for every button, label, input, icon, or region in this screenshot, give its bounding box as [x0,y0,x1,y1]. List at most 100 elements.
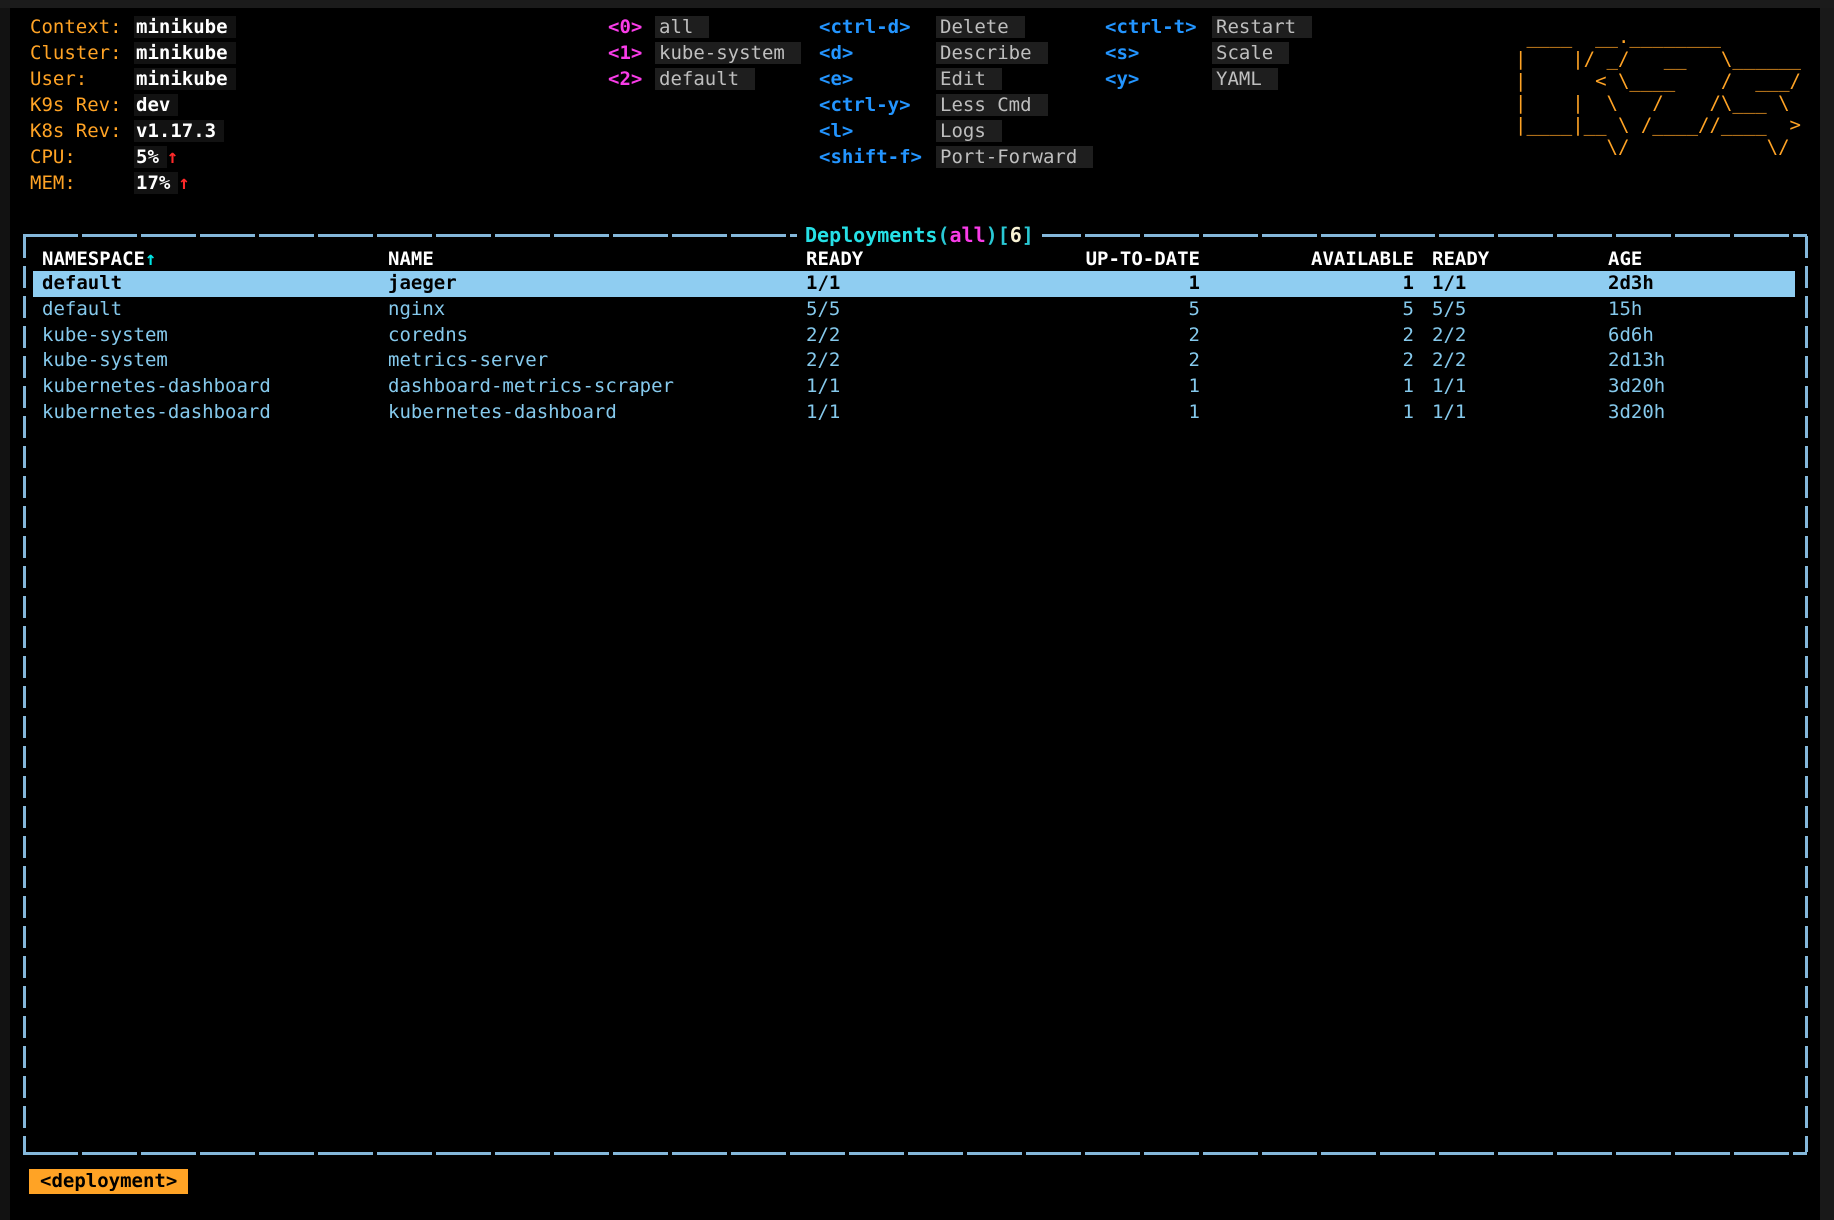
table-cell: 5 [1200,297,1414,323]
namespace-hotkey-item[interactable]: <2>default [608,66,801,92]
metric-up-arrow-icon: ↑ [178,172,189,194]
action-hotkey-item-key: <l> [819,118,936,144]
cluster-info-value: minikube [134,42,236,64]
action-hotkey-item[interactable]: <ctrl-d>Delete [819,14,1093,40]
paren-open: ( [937,223,949,247]
table-cell: 1/1 [1414,374,1550,400]
table-row-count: 6 [1010,223,1022,247]
table-row[interactable]: kube-systemcoredns2/2222/26d6h [33,323,1795,349]
table-cell: dashboard-metrics-scraper [388,374,804,400]
column-header-label: AGE [1608,248,1642,270]
cluster-info-value: v1.17.3 [134,120,224,142]
column-header-ready[interactable]: READY [804,246,924,272]
table-title-scope: all [950,223,986,247]
namespace-hotkey-item[interactable]: <1>kube-system [608,40,801,66]
table-cell: 2/2 [1414,348,1550,374]
namespace-hotkey-item[interactable]: <0>all [608,14,801,40]
table-cell: kube-system [33,323,388,349]
action-hotkey-item-key: <shift-f> [819,144,936,170]
table-row[interactable]: kubernetes-dashboardkubernetes-dashboard… [33,400,1795,426]
column-header-label: UP-TO-DATE [1086,248,1200,270]
table-cell: 2d13h [1550,348,1795,374]
table-cell: 1 [1200,271,1414,297]
cluster-info-row: K8s Rev:v1.17.3 [30,118,236,144]
bracket-open: [ [998,223,1010,247]
sort-ascending-icon: ↑ [145,248,156,270]
table-cell: 1/1 [1414,400,1550,426]
column-header-label: NAME [388,248,434,270]
action-hotkey-item-label: Port-Forward [936,146,1093,168]
column-header-label: NAMESPACE [42,248,145,270]
table-cell: default [33,297,388,323]
cluster-info-value: minikube [134,16,236,38]
cluster-info-row: User:minikube [30,66,236,92]
action-hotkey-item[interactable]: <ctrl-y>Less Cmd [819,92,1093,118]
cluster-info-row: Cluster:minikube [30,40,236,66]
deployments-table: defaultjaeger1/1111/12d3hdefaultnginx5/5… [33,271,1795,426]
table-cell: 1/1 [804,400,924,426]
table-cell: 2 [924,348,1200,374]
action-hotkey-item[interactable]: <y>YAML [1105,66,1312,92]
table-cell: 1/1 [1414,271,1550,297]
bracket-close: ] [1022,223,1034,247]
table-cell: 3d20h [1550,400,1795,426]
action-hotkey-item[interactable]: <ctrl-t>Restart [1105,14,1312,40]
table-cell: 2 [1200,323,1414,349]
table-cell: 1 [924,271,1200,297]
namespace-hotkey-item-label: kube-system [655,42,801,64]
action-hotkey-item-label: Scale [1212,42,1289,64]
column-header-name[interactable]: NAME [388,246,804,272]
action-hotkey-item-key: <s> [1105,40,1212,66]
table-cell: 15h [1550,297,1795,323]
namespace-hotkey-item-key: <2> [608,66,655,92]
cluster-info-label: MEM: [30,170,134,196]
table-border-left [23,236,26,1152]
action-hotkey-item-label: Describe [936,42,1048,64]
cluster-info-label: CPU: [30,144,134,170]
table-cell: 2/2 [1414,323,1550,349]
cluster-info-row: MEM:17%↑ [30,170,236,196]
column-header-up-to-date[interactable]: UP-TO-DATE [924,246,1200,272]
breadcrumb-resource-badge: <deployment> [29,1169,188,1194]
action-hotkey-item-label: Less Cmd [936,94,1048,116]
table-header-row: NAMESPACE↑NAMEREADYUP-TO-DATEAVAILABLERE… [33,246,1795,272]
table-cell: 1/1 [804,271,924,297]
action-hotkey-item-label: Delete [936,16,1025,38]
action-hotkey-item[interactable]: <e>Edit [819,66,1093,92]
action-hotkey-item-label: Logs [936,120,1002,142]
column-header-available[interactable]: AVAILABLE [1200,246,1414,272]
cluster-info-label: Cluster: [30,40,134,66]
table-cell: jaeger [388,271,804,297]
column-header-ready[interactable]: READY [1414,246,1550,272]
action-hotkey-item-key: <y> [1105,66,1212,92]
action-hotkey-item-key: <ctrl-t> [1105,14,1212,40]
action-hotkeys-menu-2: <ctrl-t>Restart<s>Scale<y>YAML [1105,14,1312,92]
cluster-info-row: CPU:5%↑ [30,144,236,170]
table-cell: 3d20h [1550,374,1795,400]
column-header-namespace[interactable]: NAMESPACE↑ [33,246,388,272]
table-cell: 5/5 [804,297,924,323]
table-row[interactable]: defaultnginx5/5555/515h [33,297,1795,323]
column-header-label: READY [1432,248,1489,270]
action-hotkey-item[interactable]: <l>Logs [819,118,1093,144]
metric-up-arrow-icon: ↑ [167,146,178,168]
cluster-info-label: K8s Rev: [30,118,134,144]
action-hotkey-item[interactable]: <shift-f>Port-Forward [819,144,1093,170]
column-header-age[interactable]: AGE [1550,246,1795,272]
table-cell: 1 [1200,400,1414,426]
table-row[interactable]: kube-systemmetrics-server2/2222/22d13h [33,348,1795,374]
cluster-info-label: User: [30,66,134,92]
table-row[interactable]: defaultjaeger1/1111/12d3h [33,271,1795,297]
table-cell: 2 [1200,348,1414,374]
table-cell: metrics-server [388,348,804,374]
table-title: Deployments(all)[6] [797,221,1042,249]
column-header-label: READY [806,248,863,270]
table-cell: kubernetes-dashboard [33,400,388,426]
namespace-hotkey-item-key: <1> [608,40,655,66]
action-hotkey-item[interactable]: <d>Describe [819,40,1093,66]
action-hotkey-item[interactable]: <s>Scale [1105,40,1312,66]
table-cell: 1 [924,374,1200,400]
namespace-hotkeys-menu: <0>all<1>kube-system<2>default [608,14,801,92]
column-header-label: AVAILABLE [1311,248,1414,270]
table-row[interactable]: kubernetes-dashboarddashboard-metrics-sc… [33,374,1795,400]
